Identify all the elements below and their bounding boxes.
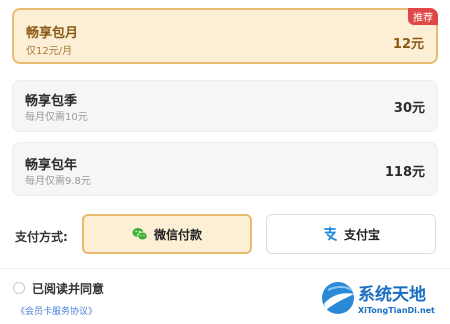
recommended-badge: 推荐 — [408, 8, 438, 25]
plan-price: 12元 — [392, 37, 424, 52]
plan-name: 畅享包月 — [26, 26, 79, 41]
plan-monthly-card[interactable]: 畅享包月 仅12元/月 12元 推荐 — [12, 8, 438, 64]
plan-price: 30元 — [393, 101, 425, 116]
plan-yearly-card[interactable]: 畅享包年 每月仅需9.8元 118元 — [12, 142, 438, 196]
plan-name: 畅享包季 — [25, 94, 78, 109]
watermark-title: 系统天地 — [358, 285, 426, 305]
globe-logo-icon — [322, 282, 354, 314]
payment-method-label: 支付方式: — [15, 230, 68, 244]
plan-quarterly-card[interactable]: 畅享包季 每月仅需10元 30元 — [12, 80, 438, 132]
divider — [0, 268, 450, 269]
wechat-icon — [132, 228, 148, 241]
alipay-icon — [324, 226, 337, 241]
agreement-text: 已阅读并同意 — [32, 282, 105, 296]
agreement-radio[interactable] — [13, 282, 25, 294]
service-agreement-link[interactable]: 《会员卡服务协议》 — [16, 304, 97, 317]
watermark-logo: 系统天地 XiTongTianDi.net — [318, 274, 450, 324]
wechat-pay-button[interactable]: 微信付款 — [82, 214, 252, 254]
plan-name: 畅享包年 — [25, 158, 78, 173]
alipay-button[interactable]: 支付宝 — [266, 214, 436, 254]
plan-description: 每月仅需10元 — [25, 112, 88, 123]
watermark-domain: XiTongTianDi.net — [358, 306, 435, 315]
plan-price: 118元 — [384, 165, 425, 180]
wechat-pay-label: 微信付款 — [153, 227, 202, 242]
plan-description: 每月仅需9.8元 — [25, 176, 91, 187]
plan-description: 仅12元/月 — [26, 46, 73, 57]
alipay-label: 支付宝 — [343, 227, 380, 242]
